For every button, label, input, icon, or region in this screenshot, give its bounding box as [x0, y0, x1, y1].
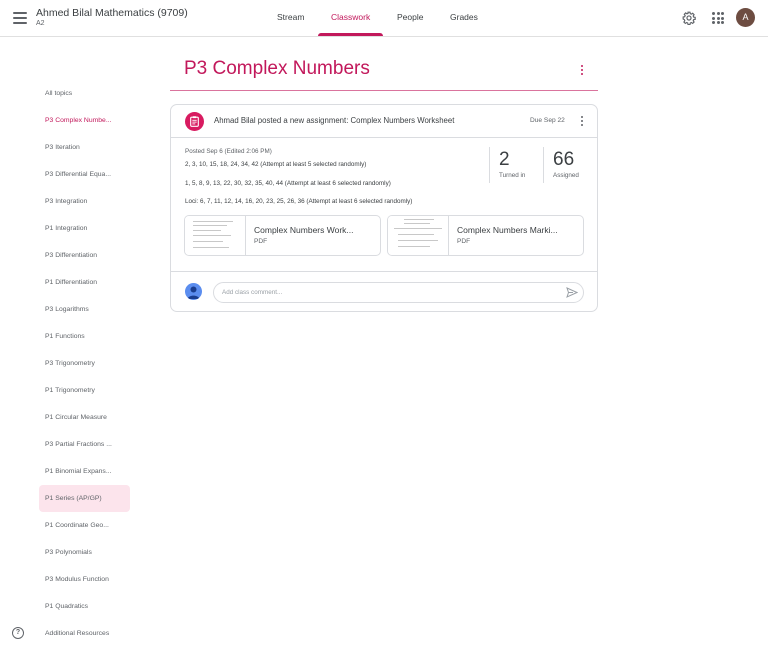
sidebar-item-p1-integration[interactable]: P1 Integration [45, 225, 87, 232]
tab-stream[interactable]: Stream [277, 12, 304, 22]
sidebar-item-p1-trigonometry[interactable]: P1 Trigonometry [45, 387, 95, 394]
sidebar-item-p1-coordinate-geometry[interactable]: P1 Coordinate Geo... [45, 522, 109, 529]
tab-grades[interactable]: Grades [450, 12, 478, 22]
turned-in-count[interactable]: 2 [499, 149, 510, 171]
sidebar-item-all-topics[interactable]: All topics [45, 90, 72, 97]
class-name[interactable]: Ahmed Bilal Mathematics (9709) [36, 7, 188, 19]
sidebar-item-p1-circular-measure[interactable]: P1 Circular Measure [45, 414, 107, 421]
attachment-worksheet[interactable]: Complex Numbers Work... PDF [184, 215, 381, 256]
assignment-more-options-icon[interactable] [580, 116, 584, 130]
stat-divider [489, 147, 490, 183]
sidebar-item-p3-modulus-function[interactable]: P3 Modulus Function [45, 576, 109, 583]
user-avatar-icon [185, 283, 202, 300]
topic-title: P3 Complex Numbers [184, 58, 370, 79]
sidebar-item-p1-binomial-expansion[interactable]: P1 Binomial Expans... [45, 468, 112, 475]
active-tab-indicator [318, 33, 383, 36]
sidebar-item-p1-differentiation[interactable]: P1 Differentiation [45, 279, 97, 286]
sidebar-item-p3-differential-equations[interactable]: P3 Differential Equa... [45, 171, 111, 178]
stat-divider [543, 147, 544, 183]
top-app-bar: Ahmed Bilal Mathematics (9709) A2 Stream… [0, 0, 768, 37]
tab-classwork[interactable]: Classwork [331, 12, 370, 22]
assignment-icon [185, 112, 204, 131]
topic-divider [170, 90, 598, 91]
sidebar-item-p3-differentiation[interactable]: P3 Differentiation [45, 252, 97, 259]
help-icon[interactable]: ? [12, 627, 24, 639]
class-section: A2 [36, 20, 45, 27]
assigned-label: Assigned [553, 172, 579, 179]
due-date: Due Sep 22 [530, 117, 565, 124]
assignment-header[interactable]: Ahmad Bilal posted a new assignment: Com… [171, 105, 597, 138]
sidebar-item-p3-polynomials[interactable]: P3 Polynomials [45, 549, 92, 556]
comment-divider [171, 271, 597, 272]
assigned-count[interactable]: 66 [553, 149, 574, 171]
assignment-card: Ahmad Bilal posted a new assignment: Com… [170, 104, 598, 312]
google-apps-icon[interactable] [712, 12, 724, 24]
instruction-line: Loci: 6, 7, 11, 12, 14, 16, 20, 23, 25, … [185, 198, 413, 205]
sidebar-item-p1-series[interactable]: P1 Series (AP/GP) [45, 495, 102, 502]
sidebar-item-p3-partial-fractions[interactable]: P3 Partial Fractions ... [45, 441, 112, 448]
sidebar-item-p3-integration[interactable]: P3 Integration [45, 198, 87, 205]
sidebar-item-additional-resources[interactable]: Additional Resources [45, 630, 109, 637]
sidebar-item-p3-trigonometry[interactable]: P3 Trigonometry [45, 360, 95, 367]
class-comment-input[interactable]: Add class comment... [213, 282, 584, 303]
instruction-line: 2, 3, 10, 15, 18, 24, 34, 42 (Attempt at… [185, 161, 367, 168]
sidebar-item-p3-complex-numbers[interactable]: P3 Complex Numbe... [45, 117, 112, 124]
instruction-line: 1, 5, 8, 9, 13, 22, 30, 32, 35, 40, 44 (… [185, 180, 391, 187]
pdf-thumbnail [185, 216, 246, 255]
sidebar-item-p1-quadratics[interactable]: P1 Quadratics [45, 603, 88, 610]
posted-date: Posted Sep 6 (Edited 2:06 PM) [185, 148, 272, 155]
comment-placeholder: Add class comment... [222, 289, 283, 296]
sidebar-item-p3-iteration[interactable]: P3 Iteration [45, 144, 80, 151]
sidebar-item-p3-logarithms[interactable]: P3 Logarithms [45, 306, 89, 313]
tab-people[interactable]: People [397, 12, 423, 22]
send-icon[interactable] [566, 287, 578, 298]
attachment-marking-scheme[interactable]: Complex Numbers Marki... PDF [387, 215, 584, 256]
attachment-title: Complex Numbers Marki... [457, 225, 558, 235]
main-menu-icon[interactable] [13, 12, 27, 24]
settings-gear-icon[interactable] [682, 11, 696, 25]
pdf-thumbnail [388, 216, 449, 255]
attachment-type: PDF [457, 238, 471, 245]
assignment-title[interactable]: Ahmad Bilal posted a new assignment: Com… [214, 116, 454, 125]
attachment-type: PDF [254, 238, 268, 245]
account-avatar[interactable]: A [736, 8, 755, 27]
turned-in-label: Turned in [499, 172, 526, 179]
attachment-title: Complex Numbers Work... [254, 225, 354, 235]
topic-more-options-icon[interactable] [580, 65, 584, 79]
sidebar-item-p1-functions[interactable]: P1 Functions [45, 333, 85, 340]
